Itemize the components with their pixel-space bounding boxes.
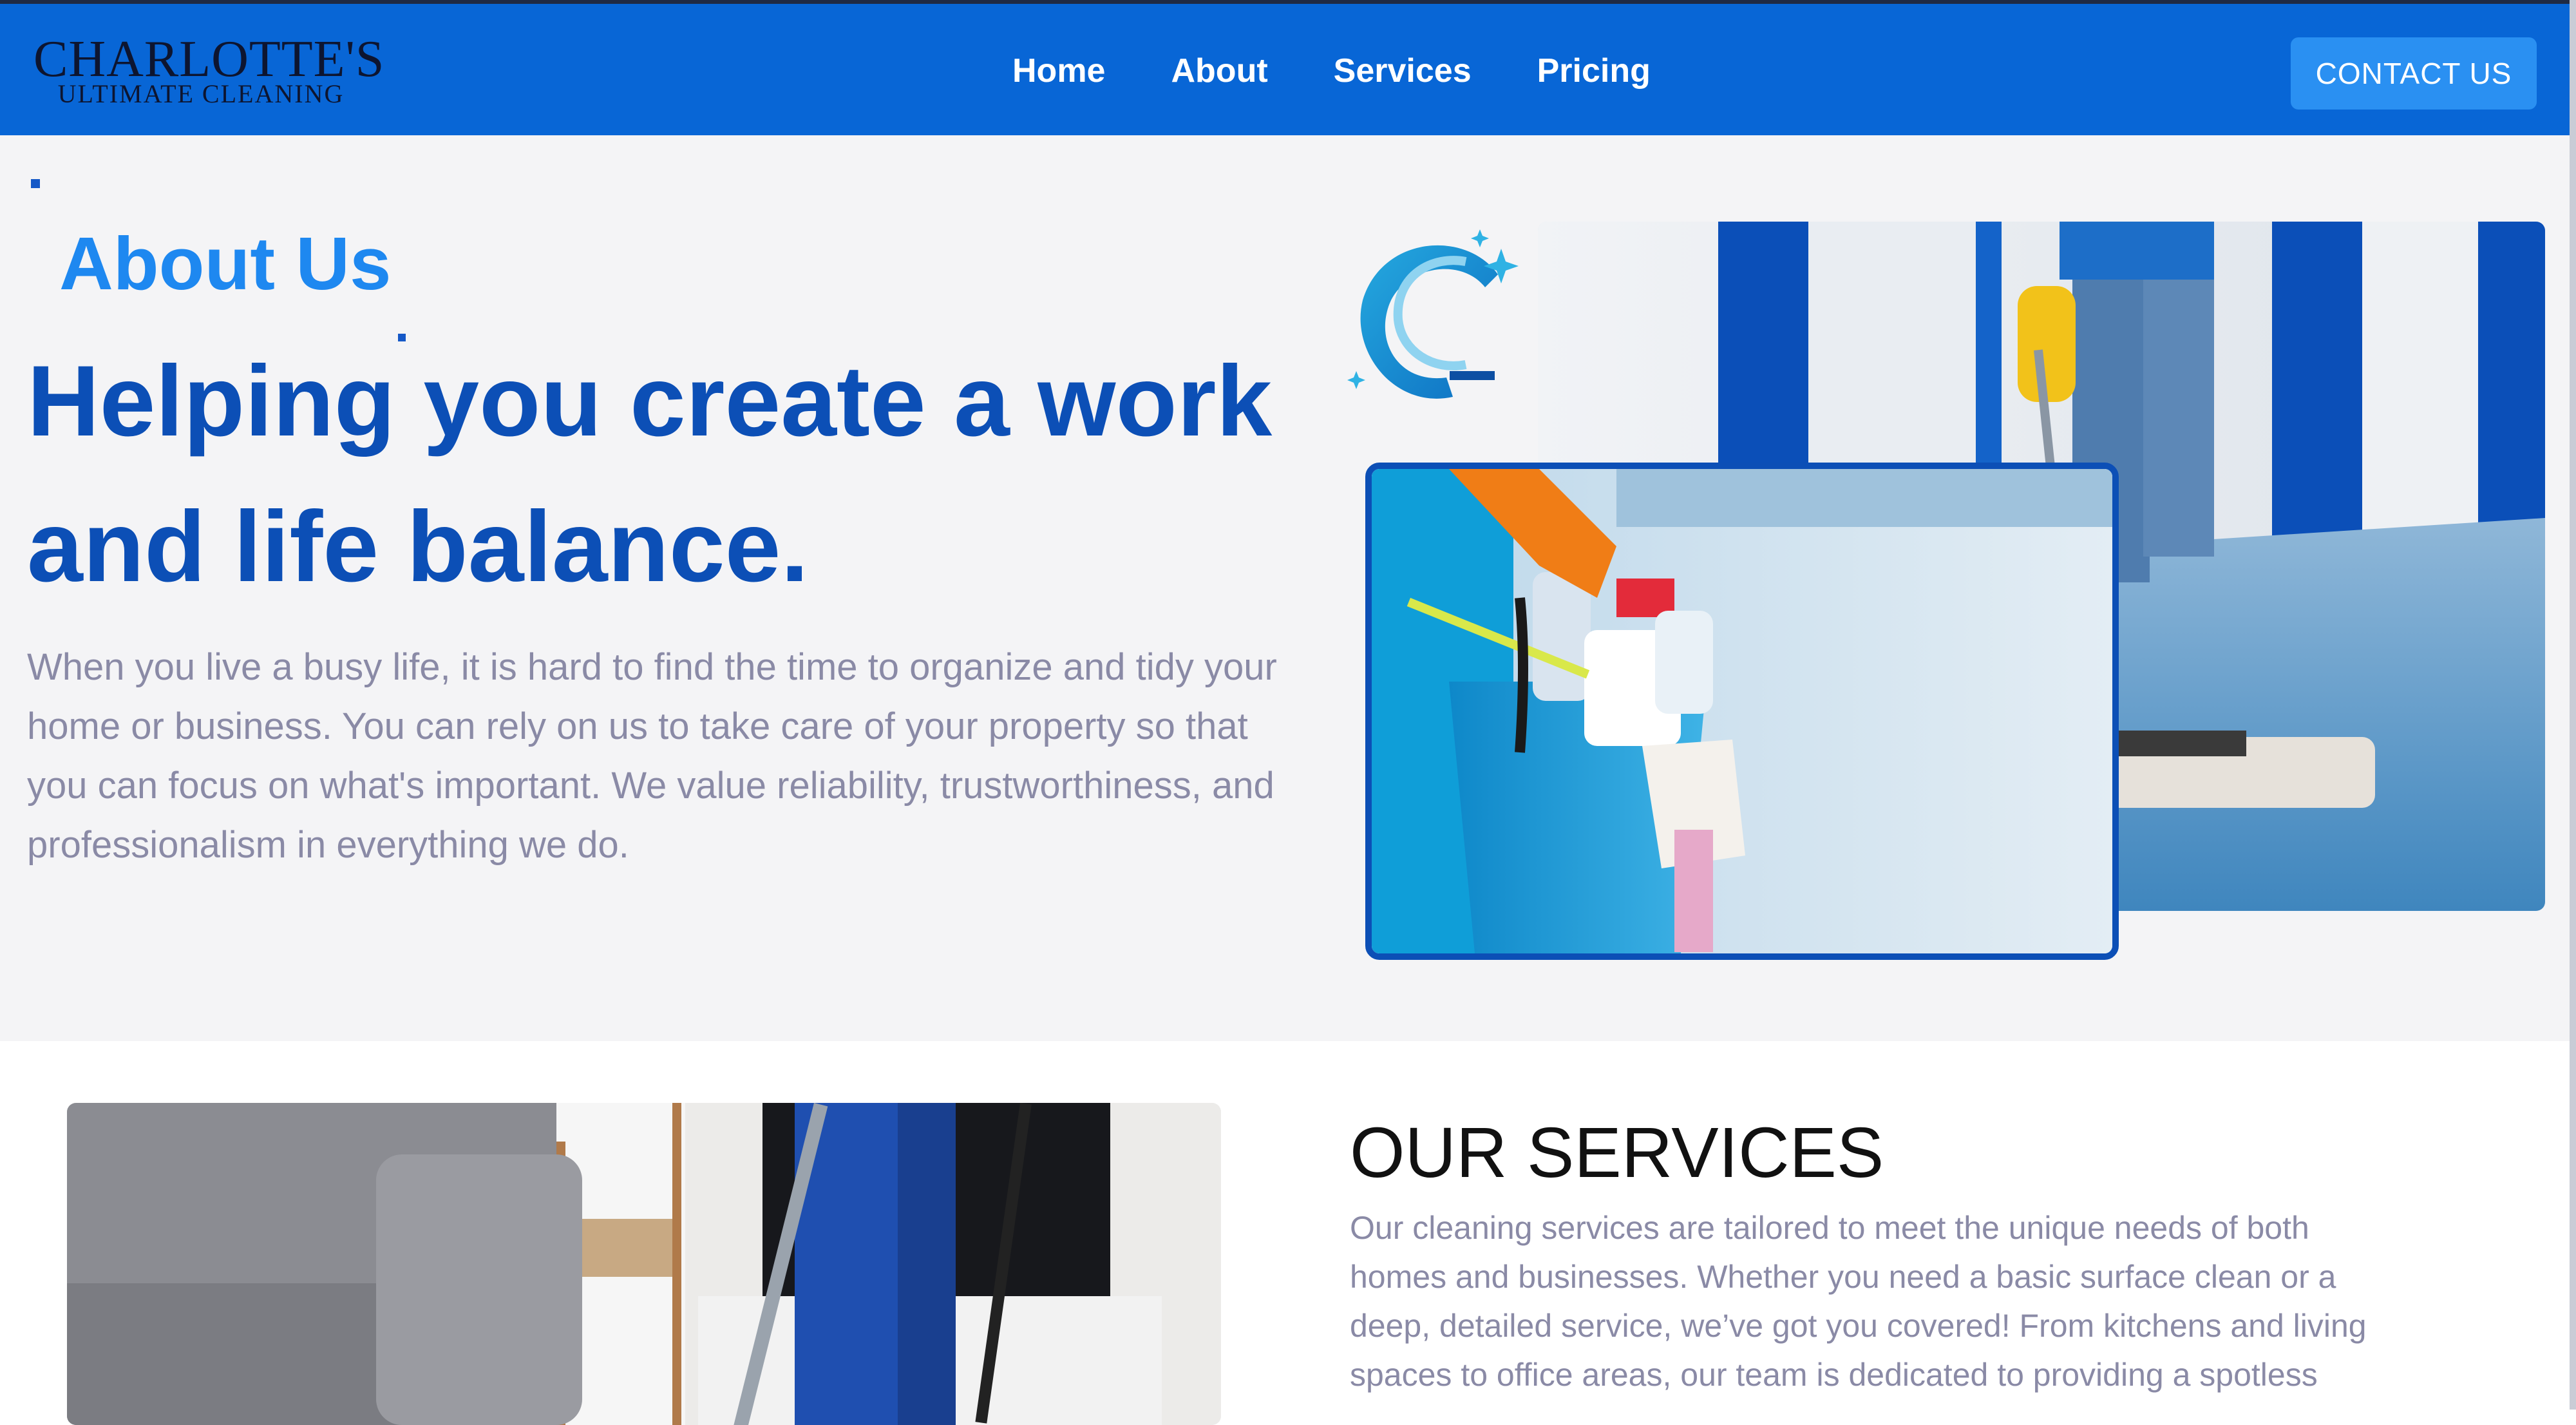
living-room-vacuum-photo (67, 1103, 1221, 1425)
logo-main-text: CHARLOTTE'S (33, 31, 385, 88)
about-body-text: When you live a busy life, it is hard to… (27, 646, 1277, 866)
sparkle-swoosh-logo-icon (1337, 216, 1530, 416)
nav-links: Home About Services Pricing (1012, 52, 1651, 90)
services-body-text: Our cleaning services are tailored to me… (1350, 1210, 2367, 1393)
services-heading: OUR SERVICES (1350, 1113, 1884, 1192)
nav-link-about[interactable]: About (1171, 52, 1267, 90)
services-section: OUR SERVICES Our cleaning services are t… (0, 1041, 2576, 1425)
window-edge (2570, 0, 2576, 1410)
nav-link-services[interactable]: Services (1334, 52, 1472, 90)
site-logo[interactable]: CHARLOTTE'S ULTIMATE CLEANING (33, 31, 385, 108)
about-headline: Helping you create a work and life balan… (27, 345, 1273, 603)
cleaning-bucket-photo (1365, 463, 2119, 960)
about-section: About Us Helping you create a work and l… (0, 135, 2576, 1041)
logo-sub-text: ULTIMATE CLEANING (57, 79, 345, 108)
nav-link-pricing[interactable]: Pricing (1537, 52, 1651, 90)
about-eyebrow-heading: About Us (59, 222, 392, 305)
contact-us-button[interactable]: CONTACT US (2291, 37, 2537, 110)
top-navbar: CHARLOTTE'S ULTIMATE CLEANING Home About… (0, 0, 2576, 135)
nav-link-home[interactable]: Home (1012, 52, 1105, 90)
decorative-dot (31, 179, 40, 188)
